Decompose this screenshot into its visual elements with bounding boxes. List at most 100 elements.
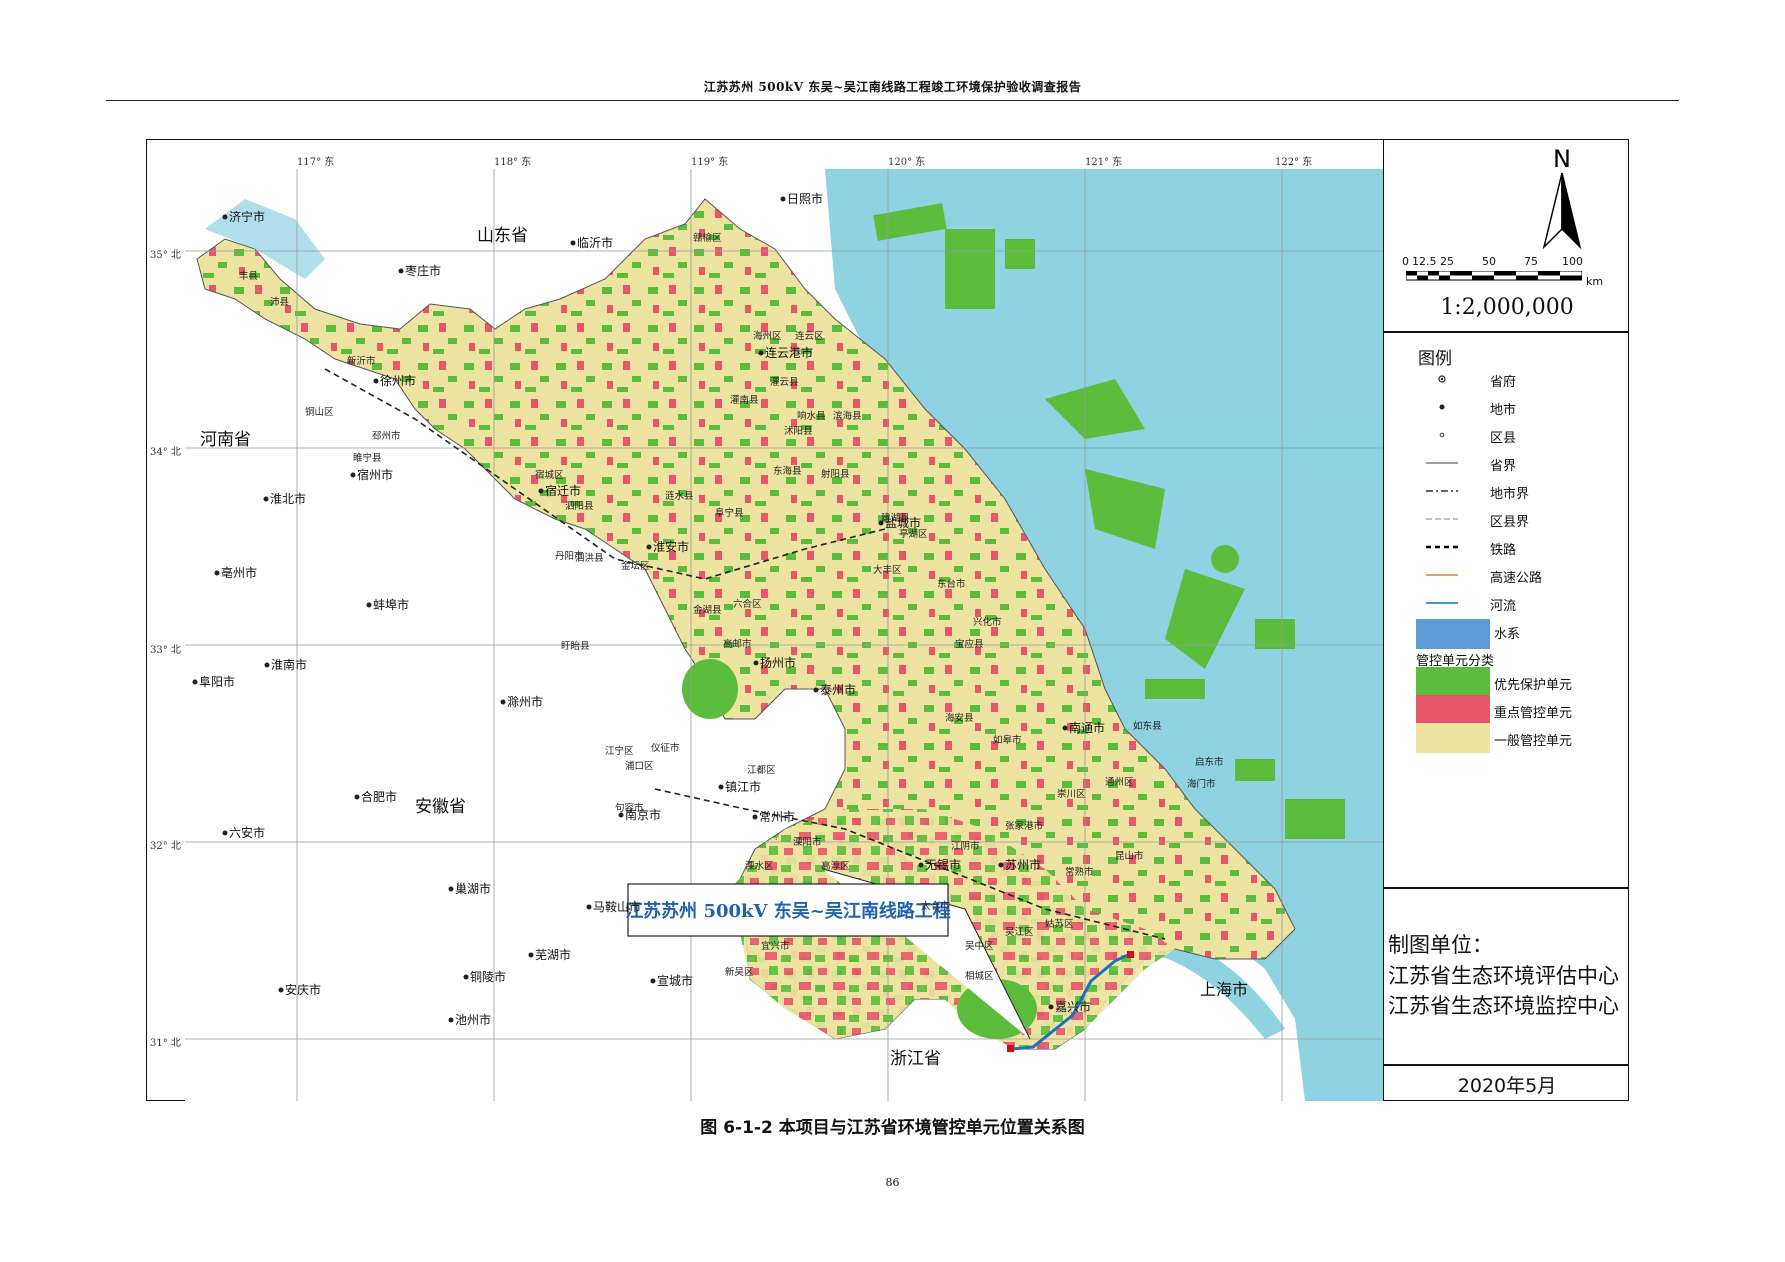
legend-label: 高速公路 <box>1490 571 1543 586</box>
province-label: 安徽省 <box>415 797 466 817</box>
district-label: 沭阳县 <box>784 425 813 437</box>
city-label: 济宁市 <box>229 209 265 224</box>
district-label: 丰县 <box>239 270 258 282</box>
city-label: 宣城市 <box>657 973 693 988</box>
district-label: 宜兴市 <box>761 940 790 952</box>
city-label: 阜阳市 <box>199 674 235 689</box>
legend-category: 重点管控单元 <box>1384 695 1630 725</box>
city-label: 池州市 <box>455 1012 491 1027</box>
legend-panel: N 0 12.5 25 50 75 100 km 1:2,000,000 图例 … <box>1383 139 1629 1101</box>
legend-category: 一般管控单元 <box>1384 723 1630 753</box>
latitude-label: 32° 北 <box>150 841 181 852</box>
latitude-label: 34° 北 <box>150 447 181 458</box>
district-label: 吴江区 <box>1005 927 1034 938</box>
district-label: 新沂市 <box>347 355 376 367</box>
city-label: 铜陵市 <box>470 969 506 984</box>
coastal-patch <box>1285 799 1345 839</box>
city-label: 镇江市 <box>725 779 761 794</box>
legend-item: 地市界 <box>1384 479 1630 503</box>
district-label: 高淳区 <box>821 860 850 872</box>
district-label: 连云区 <box>795 330 824 342</box>
substation-marker <box>1007 1045 1014 1052</box>
district-label: 亭湖区 <box>899 528 928 540</box>
legend-label: 铁路 <box>1490 543 1517 558</box>
district-label: 相城区 <box>965 970 994 982</box>
city-label: 巢湖市 <box>455 881 491 896</box>
city-label: 无锡市 <box>925 857 961 872</box>
district-label: 吴中区 <box>965 940 994 952</box>
scale-tick: 0 <box>1402 255 1409 268</box>
district-label: 海安县 <box>945 712 974 724</box>
longitude-label: 117° 东 <box>297 157 335 168</box>
district-label: 启东市 <box>1195 756 1224 768</box>
district-label: 滨海县 <box>833 410 862 422</box>
district-label: 赣榆区 <box>693 232 722 244</box>
legend-separator <box>1384 1064 1629 1066</box>
north-arrow-icon: N <box>1542 145 1582 250</box>
longitude-label: 119° 东 <box>691 157 729 168</box>
district-label: 宝应县 <box>955 638 984 650</box>
district-label: 江都区 <box>747 765 776 776</box>
district-label: 兴化市 <box>973 616 1002 628</box>
district-label: 江宁区 <box>605 745 634 757</box>
province-label: 山东省 <box>477 226 528 246</box>
maker-title: 制图单位： <box>1388 933 1493 957</box>
district-label: 句容市 <box>615 802 644 814</box>
legend-item: 河流 <box>1384 591 1630 615</box>
legend-label: 优先保护单元 <box>1494 678 1573 693</box>
legend-label: 河流 <box>1490 599 1517 614</box>
latitude-label: 35° 北 <box>150 250 181 261</box>
coastal-patch <box>1145 679 1205 699</box>
figure-caption: 图 6-1-2 本项目与江苏省环境管控单元位置关系图 <box>700 1118 1085 1138</box>
city-label: 宿州市 <box>357 467 393 482</box>
legend-label: 地市界 <box>1490 487 1530 502</box>
district-label: 建湖县 <box>881 512 910 524</box>
district-label: 崇川区 <box>1057 789 1086 800</box>
province-label: 上海市 <box>1200 980 1248 999</box>
district-label: 灌南县 <box>730 394 759 406</box>
coastal-patch <box>1211 545 1239 573</box>
longitude-label: 122° 东 <box>1275 157 1313 168</box>
district-label: 昆山市 <box>1115 850 1144 862</box>
legend-label: 地市 <box>1490 403 1517 418</box>
longitude-label: 120° 东 <box>888 157 926 168</box>
scale-tick: 12.5 <box>1412 255 1437 268</box>
city-label: 枣庄市 <box>405 263 441 278</box>
scale-unit: km <box>1586 275 1604 288</box>
city-label: 淮南市 <box>271 657 307 672</box>
district-label: 铜山区 <box>305 406 334 418</box>
city-label: 马鞍山市 <box>593 899 641 914</box>
district-label: 射阳县 <box>821 468 850 480</box>
province-label: 河南省 <box>200 430 251 450</box>
district-label: 浦口区 <box>625 760 654 772</box>
district-label: 沛县 <box>270 296 289 308</box>
district-label: 新吴区 <box>725 966 754 978</box>
district-label: 阜宁县 <box>715 507 744 519</box>
legend-item: 铁路 <box>1384 535 1630 559</box>
longitude-label: 121° 东 <box>1085 157 1123 168</box>
district-label: 邳州市 <box>372 430 401 442</box>
district-label: 响水县 <box>797 410 826 422</box>
report-header-title: 江苏苏州 500kV 东吴~吴江南线路工程竣工环境保护验收调查报告 <box>703 80 1082 94</box>
city-label: 日照市 <box>787 191 823 206</box>
legend-item: 水系 <box>1384 619 1630 649</box>
district-label: 溧水区 <box>745 860 774 872</box>
district-label: 金坛区 <box>621 560 650 572</box>
district-label: 涟水县 <box>665 490 694 502</box>
district-label: 仪征市 <box>651 742 680 754</box>
district-label: 大丰区 <box>873 564 902 576</box>
district-label: 如皋市 <box>993 734 1022 746</box>
city-label: 宿迁市 <box>545 483 581 498</box>
coastal-patch <box>945 229 995 309</box>
legend-item: 区县界 <box>1384 507 1630 531</box>
district-label: 高邮市 <box>723 638 752 650</box>
legend-label: 重点管控单元 <box>1494 706 1573 721</box>
city-label: 常州市 <box>759 809 795 824</box>
city-label: 安庆市 <box>285 982 321 997</box>
legend-label: 省界 <box>1490 459 1517 474</box>
legend-label: 一般管控单元 <box>1494 734 1573 749</box>
district-label: 宿城区 <box>535 469 564 481</box>
district-label: 泗阳县 <box>565 501 594 512</box>
legend-item: 区县 <box>1384 423 1630 447</box>
city-label: 扬州市 <box>760 655 796 670</box>
